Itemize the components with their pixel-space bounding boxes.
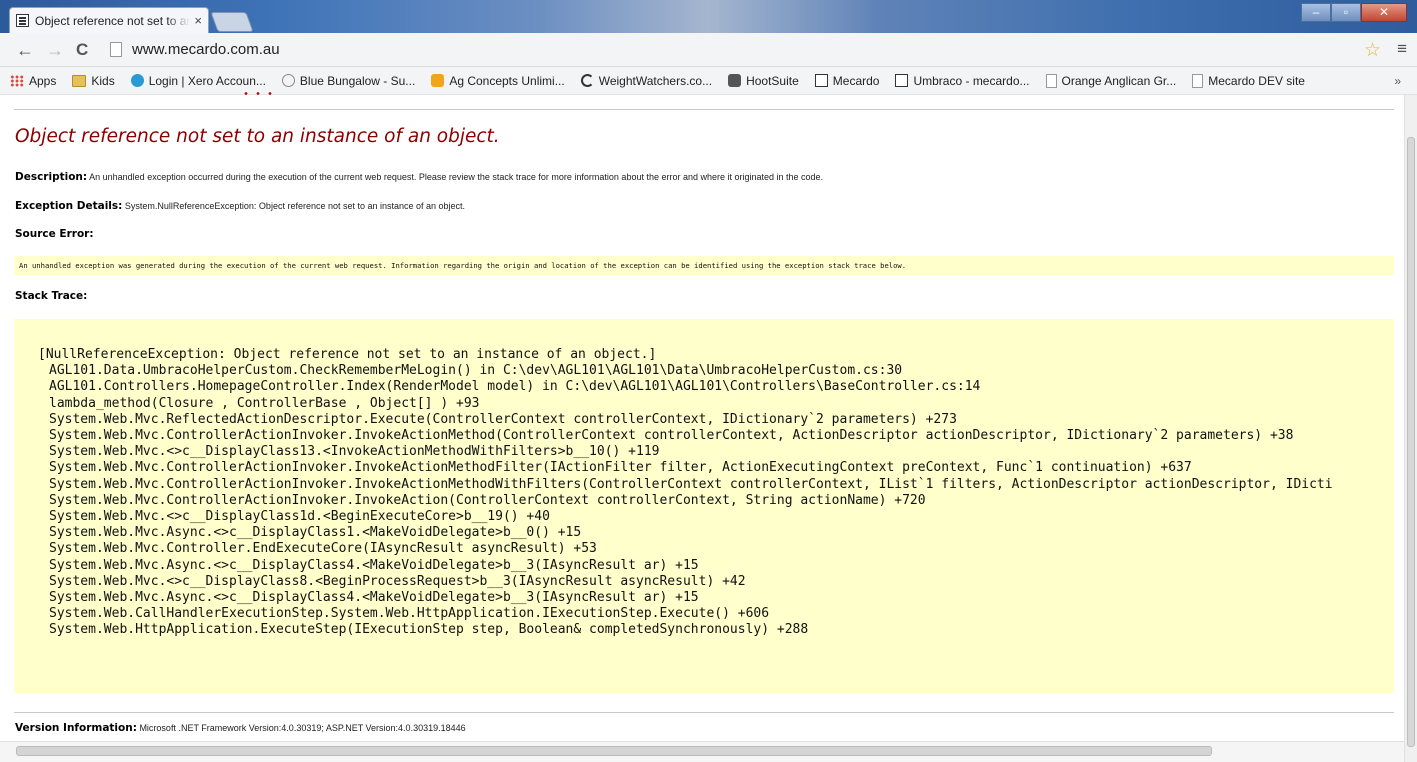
divider — [14, 109, 1394, 110]
bookmark-item[interactable]: Apps — [10, 74, 56, 88]
stack-frame: System.Web.CallHandlerExecutionStep.Syst… — [49, 606, 770, 622]
window-controls: – ▫ ✕ — [1301, 3, 1407, 22]
stack-trace-heading: Stack Trace: — [15, 290, 87, 302]
back-arrow-icon[interactable]: ← — [16, 40, 34, 61]
stack-trace-box: [NullReferenceException: Object referenc… — [14, 319, 1394, 693]
browser-toolbar: ← → C www.mecardo.com.au ☆ ≡ — [0, 33, 1417, 67]
bookmark-item[interactable]: WeightWatchers.co... — [580, 73, 713, 88]
stack-frame: System.Web.Mvc.ControllerActionInvoker.I… — [49, 428, 1294, 444]
horizontal-scrollbar[interactable] — [0, 741, 1404, 762]
bookmarks-overflow-icon[interactable]: » — [1394, 74, 1401, 88]
stack-trace-header: [NullReferenceException: Object referenc… — [38, 347, 657, 362]
browser-titlebar: Object reference not set to an instance … — [0, 0, 1417, 33]
bookmark-label: Umbraco - mecardo... — [913, 73, 1030, 88]
stack-frame: System.Web.Mvc.<>c__DisplayClass1d.<Begi… — [49, 509, 550, 525]
stack-frame: System.Web.Mvc.ReflectedActionDescriptor… — [49, 411, 957, 427]
address-url[interactable]: www.mecardo.com.au — [132, 41, 280, 58]
minimize-button[interactable]: – — [1301, 3, 1331, 22]
hoot-icon — [728, 74, 742, 87]
bookmark-item[interactable]: Login | Xero Accoun... — [130, 73, 266, 88]
bookmark-label: Ag Concepts Unlimi... — [449, 73, 565, 88]
stack-frame: System.Web.HttpApplication.ExecuteStep(I… — [49, 622, 809, 638]
description-text: An unhandled exception occurred during t… — [89, 172, 824, 182]
stack-frame: System.Web.Mvc.Async.<>c__DisplayClass1.… — [49, 525, 582, 541]
page-bm-icon — [1045, 73, 1057, 88]
bookmark-item[interactable]: Orange Anglican Gr... — [1045, 73, 1177, 88]
bookmarks-bar: Apps Kids Login | Xero Accoun... Blue Bunga… — [0, 67, 1417, 95]
source-error-box: An unhandled exception was generated dur… — [14, 256, 1394, 275]
bookmark-label: Apps — [29, 73, 57, 88]
apps-icon — [10, 74, 24, 87]
stack-frame: System.Web.Mvc.<>c__DisplayClass13.<Invo… — [49, 444, 660, 460]
page-bm-icon — [1192, 73, 1204, 88]
stack-frame: System.Web.Mvc.ControllerActionInvoker.I… — [49, 460, 1192, 476]
forward-arrow-icon[interactable]: → — [46, 40, 64, 61]
horizontal-scrollbar-thumb[interactable] — [16, 746, 1212, 756]
truncated-heading-remnant — [240, 91, 280, 96]
bookmark-label: Blue Bungalow - Su... — [299, 73, 416, 88]
exception-details-label: Exception Details: — [15, 200, 123, 212]
address-bar[interactable]: www.mecardo.com.au — [106, 38, 1356, 61]
stack-frame: System.Web.Mvc.Async.<>c__DisplayClass4.… — [49, 590, 699, 606]
stack-frame: lambda_method(Closure , ControllerBase ,… — [49, 395, 480, 411]
bookmark-label: Orange Anglican Gr... — [1061, 73, 1177, 88]
reload-icon[interactable]: C — [76, 40, 88, 60]
bookmark-item[interactable]: HootSuite — [728, 74, 799, 88]
bookmark-label: Login | Xero Accoun... — [148, 73, 266, 88]
bookmark-label: WeightWatchers.co... — [598, 73, 713, 88]
tab-title: Object reference not set to an instance … — [35, 13, 191, 28]
exception-details-text: System.NullReferenceException: Object re… — [124, 201, 466, 211]
description-label: Description: — [15, 171, 88, 183]
bookmark-item[interactable]: Mecardo — [814, 73, 880, 88]
bookmark-label: Mecardo DEV site — [1208, 73, 1305, 88]
bookmark-star-icon[interactable]: ☆ — [1364, 39, 1381, 62]
vertical-scrollbar[interactable] — [1404, 95, 1417, 762]
bookmark-item[interactable]: Umbraco - mecardo... — [895, 73, 1030, 88]
bookmark-item[interactable]: Blue Bungalow - Su... — [281, 73, 416, 88]
maximize-button[interactable]: ▫ — [1331, 3, 1361, 22]
stack-frame: AGL101.Data.UmbracoHelperCustom.CheckRem… — [49, 363, 903, 379]
bookmark-label: Mecardo — [832, 73, 880, 88]
xero-icon — [130, 74, 144, 87]
browser-menu-icon[interactable]: ≡ — [1397, 39, 1407, 59]
version-information-label: Version Information: — [15, 722, 137, 734]
close-window-button[interactable]: ✕ — [1361, 3, 1407, 22]
source-error-heading: Source Error: — [15, 228, 94, 240]
bookmark-item[interactable]: Ag Concepts Unlimi... — [431, 73, 565, 88]
version-information-line: Version Information: Microsoft .NET Fram… — [15, 722, 466, 734]
browser-tab-active[interactable]: Object reference not set to an instance … — [9, 7, 209, 33]
stack-frame: System.Web.Mvc.<>c__DisplayClass8.<Begin… — [49, 573, 746, 589]
version-information-text: Microsoft .NET Framework Version:4.0.303… — [139, 723, 466, 733]
page-content: Object reference not set to an instance … — [0, 91, 1404, 762]
stack-frame: AGL101.Controllers.HomepageController.In… — [49, 379, 981, 395]
folder-icon — [72, 74, 87, 87]
bookmark-item[interactable]: Kids — [72, 73, 115, 88]
bookmark-label: Kids — [91, 73, 115, 88]
stack-trace-label: Stack Trace: — [15, 290, 88, 302]
blue-icon — [281, 74, 295, 87]
exception-details-line: Exception Details: System.NullReferenceE… — [15, 200, 465, 212]
bookmark-item[interactable]: Mecardo DEV site — [1192, 73, 1305, 88]
ag-icon — [431, 74, 445, 87]
stack-frame: System.Web.Mvc.ControllerActionInvoker.I… — [49, 476, 1333, 492]
stack-frame: System.Web.Mvc.Controller.EndExecuteCore… — [49, 541, 597, 557]
vertical-scrollbar-thumb[interactable] — [1407, 137, 1415, 747]
description-line: Description: An unhandled exception occu… — [15, 171, 823, 183]
page-favicon-icon — [16, 14, 29, 27]
divider — [14, 712, 1394, 713]
mec-icon — [814, 74, 828, 87]
source-error-label: Source Error: — [15, 228, 94, 240]
new-tab-button[interactable] — [210, 12, 254, 32]
stack-frame: System.Web.Mvc.ControllerActionInvoker.I… — [49, 492, 926, 508]
mec-icon — [895, 74, 909, 87]
tab-close-icon[interactable]: × — [194, 13, 202, 28]
page-icon — [110, 42, 122, 57]
ww-icon — [580, 74, 594, 87]
bookmark-label: HootSuite — [746, 73, 799, 88]
error-title: Object reference not set to an instance … — [15, 126, 500, 147]
stack-frame: System.Web.Mvc.Async.<>c__DisplayClass4.… — [49, 557, 699, 573]
